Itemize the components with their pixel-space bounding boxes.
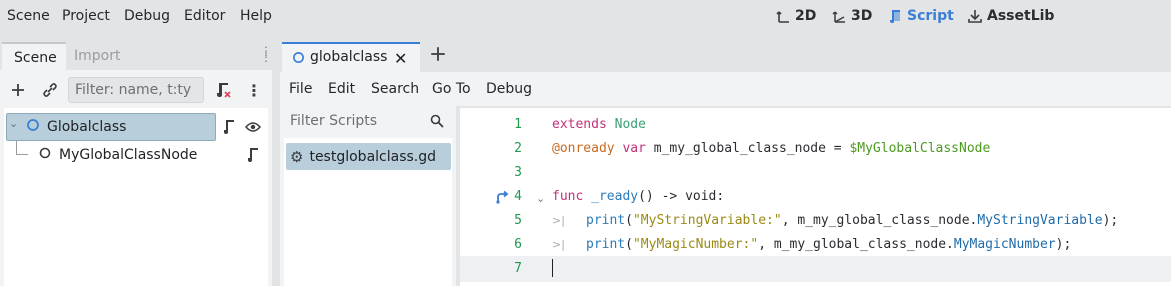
object-ref: m_my_global_class_node. — [773, 237, 954, 252]
workspace-script-label: Script — [907, 8, 954, 24]
gear-icon: ⚙ — [290, 147, 304, 166]
add-node-icon[interactable] — [8, 80, 28, 100]
closing-paren: ); — [1102, 213, 1119, 228]
script-attached-icon[interactable] — [220, 118, 238, 136]
filter-scripts-input[interactable]: Filter Scripts — [284, 109, 452, 135]
variable-name: m_my_global_class_node — [653, 141, 826, 156]
annotation: @onready — [552, 141, 615, 156]
workspace-3d-button[interactable]: 3D — [832, 8, 872, 24]
search-icon — [430, 114, 444, 132]
line-number: 4 — [514, 189, 522, 204]
tab-scene[interactable]: Scene — [2, 42, 66, 70]
keyword: extends — [552, 117, 607, 132]
member-ref: MyMagicNumber — [953, 237, 1056, 252]
line-number: 2 — [514, 141, 522, 156]
menu-debug[interactable]: Debug — [124, 8, 170, 24]
script-item-label: testglobalclass.gd — [309, 148, 437, 165]
script-menu-search[interactable]: Search — [371, 81, 419, 97]
code-line-1: extends Node — [552, 117, 646, 132]
scene-dock-tabbar: Scene Import ⋮ ⋮ — [0, 42, 272, 70]
tree-item-label: Globalclass — [47, 119, 127, 135]
script-list-item[interactable]: ⚙ testglobalclass.gd — [286, 143, 451, 170]
menu-scene[interactable]: Scene — [7, 8, 50, 24]
current-line-highlight — [460, 256, 1171, 282]
script-menu-edit[interactable]: Edit — [328, 81, 355, 97]
workspace-assetlib-label: AssetLib — [987, 8, 1055, 24]
dock-options-icon[interactable]: ⋮ ⋮ — [260, 45, 272, 63]
member-ref: MyStringVariable — [977, 213, 1103, 228]
menu-editor[interactable]: Editor — [184, 8, 225, 24]
add-tab-icon[interactable] — [429, 45, 447, 67]
node-circle-icon — [38, 146, 52, 164]
line-number: 6 — [514, 237, 522, 252]
tree-guide-branch — [16, 154, 28, 155]
tab-scene-label: Scene — [14, 50, 57, 66]
close-icon[interactable]: ✕ — [394, 49, 407, 68]
tab-indent-icon: >| — [552, 214, 565, 227]
code-line-4: func _ready() -> void: — [552, 189, 724, 204]
filter-nodes-input[interactable]: Filter: name, t:ty — [68, 77, 204, 103]
node-path: $MyGlobalClassNode — [849, 141, 991, 156]
script-tab-globalclass[interactable]: globalclass ✕ — [282, 42, 420, 72]
fold-arrow-icon[interactable]: ⌄ — [536, 192, 545, 205]
string-literal: "MyStringVariable:" — [632, 213, 782, 228]
object-ref: m_my_global_class_node. — [797, 213, 978, 228]
line-number: 5 — [514, 213, 522, 228]
operator: = — [833, 141, 842, 156]
workspace-2d-button[interactable]: 2D — [776, 8, 816, 24]
code-line-5: print("MyStringVariable:", m_my_global_c… — [586, 213, 1119, 228]
closing-paren: ); — [1055, 237, 1072, 252]
script-attached-icon[interactable] — [244, 146, 262, 164]
tab-import-label: Import — [74, 48, 121, 64]
node-circle-icon — [26, 118, 40, 136]
tree-guide-line — [16, 141, 17, 154]
keyword: func — [552, 189, 584, 204]
text-caret — [552, 259, 553, 277]
script-icon — [888, 9, 902, 24]
workspace-2d-label: 2D — [795, 8, 817, 24]
tab-indent-icon: >| — [552, 238, 565, 251]
workspace-script-button[interactable]: Script — [888, 8, 954, 24]
script-menu-debug[interactable]: Debug — [486, 81, 532, 97]
line-number-current: 7 — [514, 261, 522, 276]
operator: -> — [661, 189, 678, 204]
type-name: Node — [614, 117, 646, 132]
tree-item-globalclass[interactable]: Globalclass — [26, 113, 126, 141]
menu-project[interactable]: Project — [62, 8, 110, 24]
script-tab-node-icon — [292, 51, 305, 68]
menu-help[interactable]: Help — [240, 8, 272, 24]
link-icon[interactable] — [40, 80, 60, 100]
string-literal: "MyMagicNumber:" — [632, 237, 759, 252]
script-menu-goto[interactable]: Go To — [432, 81, 471, 97]
line-number: 1 — [514, 117, 522, 132]
script-tab-label: globalclass — [310, 49, 388, 65]
download-icon — [968, 9, 982, 23]
workspace-3d-label: 3D — [851, 8, 873, 24]
3d-viewport-icon — [832, 9, 846, 23]
more-options-icon[interactable]: ⋮ — [244, 80, 264, 100]
tree-item-myglobalclassnode[interactable]: MyGlobalClassNode — [38, 141, 197, 169]
collapse-arrow-icon[interactable]: ⌄ — [9, 117, 18, 130]
signature: () — [638, 189, 654, 204]
function-call: print — [586, 213, 626, 228]
tab-import[interactable]: Import — [62, 42, 129, 70]
line-number: 3 — [514, 165, 522, 180]
keyword: var — [622, 141, 646, 156]
attach-script-icon[interactable] — [212, 80, 234, 100]
code-line-2: @onready var m_my_global_class_node = $M… — [552, 141, 990, 156]
function-name: _ready — [591, 189, 639, 204]
workspace-assetlib-button[interactable]: AssetLib — [968, 8, 1054, 24]
code-line-6: print("MyMagicNumber:", m_my_global_clas… — [586, 237, 1072, 252]
tree-item-label: MyGlobalClassNode — [59, 147, 198, 163]
script-menu-file[interactable]: File — [289, 81, 312, 97]
main-menubar: Scene Project Debug Editor Help 2D 3D Sc… — [0, 0, 1171, 36]
function-call: print — [586, 237, 626, 252]
return-type: void: — [685, 189, 725, 204]
2d-viewport-icon — [776, 9, 790, 23]
visibility-eye-icon[interactable] — [244, 118, 262, 136]
